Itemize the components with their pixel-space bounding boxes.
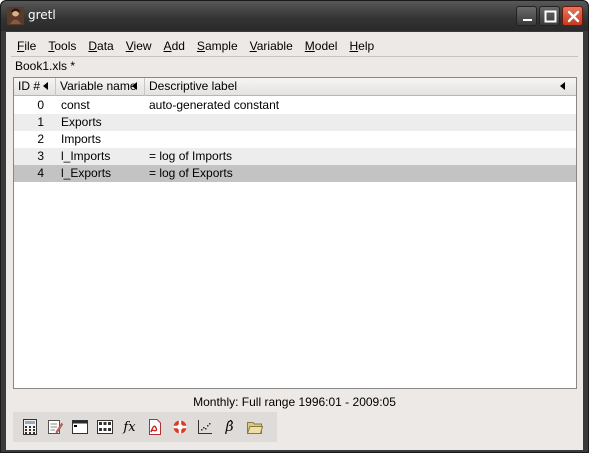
menu-view[interactable]: View xyxy=(120,36,158,56)
datafile-name: Book1.xls * xyxy=(15,59,76,73)
column-header-label[interactable]: Descriptive label xyxy=(145,78,576,96)
function-icon: fx xyxy=(123,419,136,435)
close-button[interactable] xyxy=(562,6,583,26)
column-header-name[interactable]: Variable name xyxy=(56,78,145,96)
ols-model-button[interactable]: β̂ xyxy=(217,415,242,439)
session-view-button[interactable] xyxy=(92,415,117,439)
main-area: File Tools Data View Add Sample Variable… xyxy=(6,32,583,450)
maximize-button[interactable] xyxy=(539,6,560,26)
table-row[interactable]: 0 const auto-generated constant xyxy=(14,97,576,114)
row-id: 4 xyxy=(37,166,44,180)
gretl-window: gretl File Tools Data View Add Sample Va… xyxy=(0,0,589,453)
menu-variable[interactable]: Variable xyxy=(244,36,299,56)
variable-list[interactable]: ID # Variable name Descriptive label 0 c… xyxy=(13,77,577,389)
menu-tools[interactable]: Tools xyxy=(42,36,82,56)
open-file-button[interactable] xyxy=(242,415,267,439)
row-id: 1 xyxy=(37,115,44,129)
column-header-id[interactable]: ID # xyxy=(14,78,56,96)
plot-button[interactable] xyxy=(192,415,217,439)
row-descriptive-label: = log of Imports xyxy=(149,149,233,163)
plot-icon xyxy=(197,420,212,434)
gretl-logo-icon xyxy=(7,7,24,25)
script-editor-button[interactable] xyxy=(42,415,67,439)
column-header-id-label: ID # xyxy=(18,79,41,93)
column-header-label-text: Descriptive label xyxy=(149,79,238,93)
minimize-icon xyxy=(523,19,532,21)
pdf-guide-button[interactable] xyxy=(142,415,167,439)
column-header-name-label: Variable name xyxy=(60,79,137,93)
close-icon xyxy=(567,10,580,23)
row-variable-name: l_Imports xyxy=(61,149,111,163)
sort-arrow-icon xyxy=(43,82,48,90)
menu-add[interactable]: Add xyxy=(158,36,191,56)
calculator-button[interactable] xyxy=(17,415,42,439)
row-variable-name: l_Exports xyxy=(61,166,112,180)
row-descriptive-label: = log of Exports xyxy=(149,166,233,180)
menu-data[interactable]: Data xyxy=(82,36,119,56)
open-folder-icon xyxy=(246,422,263,434)
session-icon xyxy=(96,420,113,434)
row-variable-name: Exports xyxy=(61,115,102,129)
beta-model-icon: β̂ xyxy=(225,419,234,435)
minimize-button[interactable] xyxy=(516,6,537,26)
maximize-icon xyxy=(544,10,557,23)
sample-range-status: Monthly: Full range 1996:01 - 2009:05 xyxy=(193,395,396,409)
table-row[interactable]: 3 l_Imports = log of Imports xyxy=(14,148,576,165)
sort-arrow-icon xyxy=(560,82,565,90)
terminal-icon xyxy=(71,420,88,434)
pdf-help-icon xyxy=(148,419,161,435)
menu-file[interactable]: File xyxy=(11,36,42,56)
table-row[interactable]: 1 Exports xyxy=(14,114,576,131)
row-variable-name: Imports xyxy=(61,132,102,146)
table-row[interactable]: 2 Imports xyxy=(14,131,576,148)
sort-arrow-icon xyxy=(132,82,137,90)
toolbar: fx β̂ xyxy=(13,412,277,442)
notepad-icon xyxy=(47,420,63,434)
help-button[interactable] xyxy=(167,415,192,439)
menu-model[interactable]: Model xyxy=(299,36,344,56)
row-id: 2 xyxy=(37,132,44,146)
function-packages-button[interactable]: fx xyxy=(117,415,142,439)
menu-sample[interactable]: Sample xyxy=(191,36,244,56)
menu-help[interactable]: Help xyxy=(343,36,380,56)
row-descriptive-label: auto-generated constant xyxy=(149,98,280,112)
lifebuoy-help-icon xyxy=(173,420,186,434)
menu-separator xyxy=(11,56,578,57)
title-bar[interactable]: gretl xyxy=(1,1,588,31)
list-header: ID # Variable name Descriptive label xyxy=(14,78,576,96)
window-title: gretl xyxy=(28,8,56,22)
row-id: 3 xyxy=(37,149,44,163)
row-variable-name: const xyxy=(61,98,90,112)
menu-bar: File Tools Data View Add Sample Variable… xyxy=(11,36,578,56)
table-row-selected[interactable]: 4 l_Exports = log of Exports xyxy=(14,165,576,182)
console-button[interactable] xyxy=(67,415,92,439)
calculator-icon xyxy=(22,419,37,435)
row-id: 0 xyxy=(37,98,44,112)
